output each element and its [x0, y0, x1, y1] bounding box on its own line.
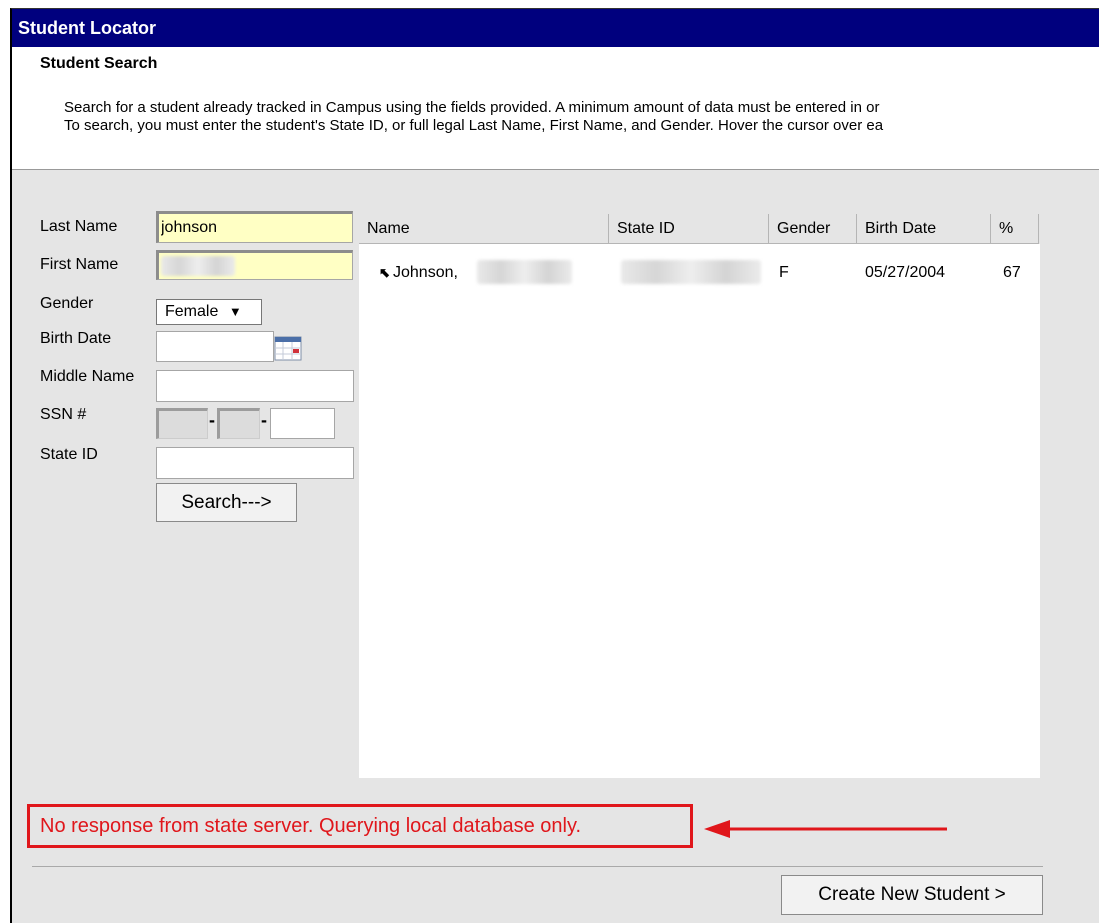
middle-name-label: Middle Name [40, 368, 135, 385]
ssn-part-2-input[interactable] [217, 408, 260, 439]
state-id-input[interactable] [156, 447, 354, 479]
column-header-state-id[interactable]: State ID [609, 214, 769, 244]
results-header: Name State ID Gender Birth Date % [359, 214, 1040, 244]
instructions-line-2: To search, you must enter the student's … [64, 117, 884, 134]
results-list: Name State ID Gender Birth Date % ⬉ John… [359, 214, 1040, 778]
instructions: Search for a student already tracked in … [64, 99, 883, 135]
result-gender: F [779, 264, 789, 281]
redacted-first-name-cell [477, 260, 572, 284]
first-name-input[interactable] [156, 250, 353, 280]
ssn-separator-1: - [209, 410, 215, 430]
column-header-gender[interactable]: Gender [769, 214, 857, 244]
redacted-first-name [161, 256, 235, 276]
result-birth-date: 05/27/2004 [865, 264, 946, 281]
gender-selected-value: Female [165, 303, 219, 320]
first-name-label: First Name [40, 256, 119, 273]
calendar-icon[interactable] [274, 335, 302, 361]
instructions-line-1: Search for a student already tracked in … [64, 99, 880, 116]
result-row-icon: ⬉ [379, 265, 390, 280]
gender-select[interactable]: Female ▼ [156, 299, 262, 325]
last-name-input[interactable] [156, 211, 353, 243]
redacted-state-id-cell [621, 260, 761, 284]
status-message: No response from state server. Querying … [27, 804, 693, 848]
birth-date-input[interactable] [156, 331, 274, 362]
search-button[interactable]: Search---> [156, 483, 297, 522]
window-title: Student Locator [12, 9, 1099, 47]
birth-date-label: Birth Date [40, 330, 112, 347]
student-locator-window: Student Locator Student Search Search fo… [10, 8, 1099, 923]
search-header: Student Search Search for a student alre… [12, 47, 1099, 170]
state-id-label: State ID [40, 446, 98, 463]
dropdown-arrow-icon: ▼ [228, 304, 242, 319]
last-name-label: Last Name [40, 218, 118, 235]
footer-divider [32, 866, 1043, 867]
column-header-name[interactable]: Name [359, 214, 609, 244]
ssn-part-3-input[interactable] [270, 408, 335, 439]
ssn-separator-2: - [261, 410, 267, 430]
ssn-label: SSN # [40, 406, 87, 423]
gender-label: Gender [40, 295, 94, 312]
create-new-student-button[interactable]: Create New Student > [781, 875, 1043, 915]
section-heading: Student Search [40, 55, 158, 72]
arrow-left-icon [704, 820, 947, 838]
ssn-part-1-input[interactable] [156, 408, 208, 439]
middle-name-input[interactable] [156, 370, 354, 402]
result-name[interactable]: Johnson, [393, 264, 458, 282]
search-panel: Last Name First Name Gender Birth Date M… [12, 170, 1099, 923]
result-percent: 67 [1003, 264, 1021, 281]
column-header-birth-date[interactable]: Birth Date [857, 214, 991, 244]
column-header-percent[interactable]: % [991, 214, 1039, 244]
